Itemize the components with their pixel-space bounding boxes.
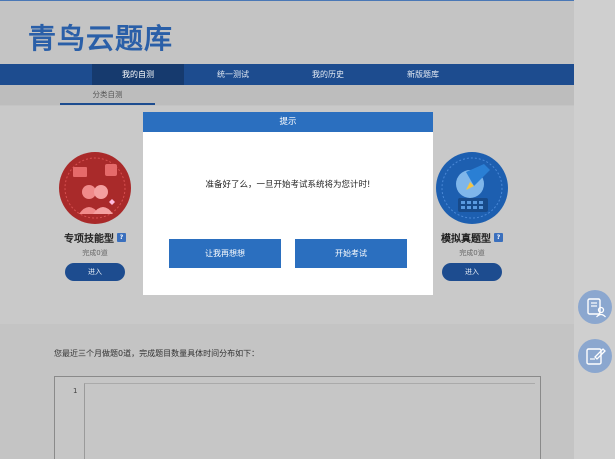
card-title-skill: 专项技能型 (64, 234, 114, 245)
skill-icon[interactable] (59, 152, 131, 224)
cancel-button[interactable]: 让我再想想 (169, 239, 281, 268)
site-logo[interactable]: 青鸟云题库 (28, 17, 173, 57)
start-exam-button[interactable]: 开始考试 (295, 239, 407, 268)
chart-plot-area (84, 383, 535, 459)
stats-summary: 您最近三个月做题0道，完成题目数量具体时间分布如下： (54, 349, 260, 358)
tab-category-self-test[interactable]: 分类自测 (60, 85, 155, 105)
card-mock-exam: 模拟真题型 ? 完成0道 进入 (427, 152, 517, 281)
confirm-dialog: 提示 准备好了么，一旦开始考试系统将为您计时! 让我再想想 开始考试 (143, 112, 433, 295)
nav-item-my-self-test[interactable]: 我的自测 (92, 64, 184, 85)
dialog-title: 提示 (143, 112, 433, 132)
history-chart: 1 (54, 376, 541, 459)
dialog-message: 准备好了么，一旦开始考试系统将为您计时! (205, 180, 371, 190)
nav-item-new-question-bank[interactable]: 新版题库 (377, 64, 469, 85)
nav-item-my-history[interactable]: 我的历史 (282, 64, 374, 85)
card-status-skill: 完成0道 (82, 249, 108, 257)
edit-icon[interactable] (578, 339, 612, 373)
help-badge-icon[interactable]: ? (494, 233, 503, 242)
chat-user-icon[interactable] (578, 290, 612, 324)
card-title-mock-exam: 模拟真题型 (441, 234, 491, 245)
sub-nav: 分类自测 (0, 85, 574, 105)
site-header: 青鸟云题库 (0, 0, 574, 64)
main-nav: 我的自测 统一测试 我的历史 新版题库 (0, 64, 574, 85)
exam-icon[interactable] (436, 152, 508, 224)
right-sidebar (574, 0, 615, 459)
enter-skill-button[interactable]: 进入 (65, 263, 125, 281)
nav-item-unified-test[interactable]: 统一测试 (187, 64, 279, 85)
help-badge-icon[interactable]: ? (117, 233, 126, 242)
enter-mock-exam-button[interactable]: 进入 (442, 263, 502, 281)
card-skill: 专项技能型 ? 完成0道 进入 (50, 152, 140, 281)
card-status-mock-exam: 完成0道 (459, 249, 485, 257)
chart-y-tick: 1 (73, 387, 78, 395)
